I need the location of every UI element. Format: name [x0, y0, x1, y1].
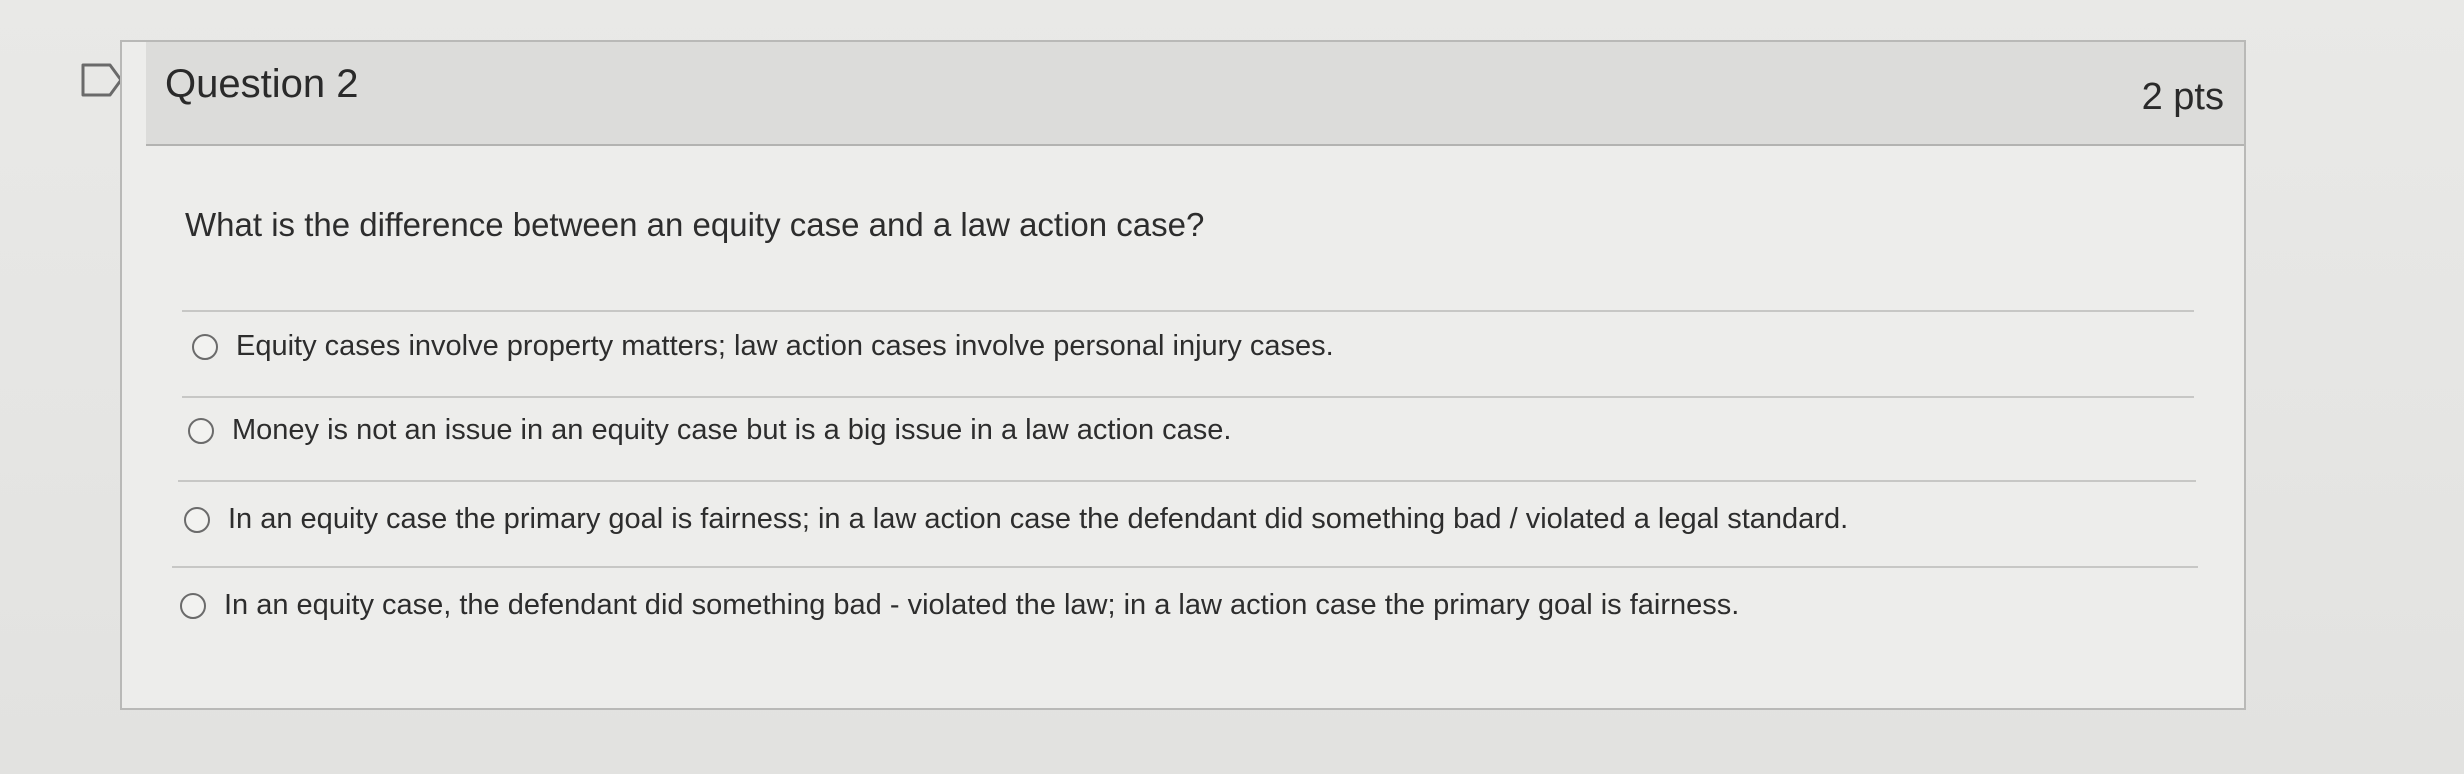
answer-label: In an equity case the primary goal is fa…	[228, 503, 1849, 535]
question-header	[146, 42, 2244, 146]
answer-label: Money is not an issue in an equity case …	[232, 414, 1232, 446]
radio-button[interactable]	[184, 506, 210, 533]
divider	[178, 480, 2196, 482]
flag-question-icon[interactable]	[80, 62, 124, 98]
divider	[172, 566, 2198, 568]
answer-option[interactable]: In an equity case, the defendant did som…	[180, 589, 1739, 622]
quiz-page: Question 2 2 pts What is the difference …	[0, 0, 2464, 774]
answer-option[interactable]: Equity cases involve property matters; l…	[192, 330, 1334, 363]
radio-button[interactable]	[192, 333, 218, 360]
answer-label: Equity cases involve property matters; l…	[236, 330, 1334, 362]
answer-option[interactable]: In an equity case the primary goal is fa…	[184, 503, 1848, 536]
answer-option[interactable]: Money is not an issue in an equity case …	[188, 414, 1231, 447]
question-title: Question 2	[165, 62, 359, 106]
radio-button[interactable]	[188, 417, 214, 444]
divider	[182, 310, 2194, 312]
divider	[182, 396, 2194, 398]
question-text: What is the difference between an equity…	[185, 206, 1205, 243]
answer-label: In an equity case, the defendant did som…	[224, 589, 1740, 621]
question-points: 2 pts	[2141, 76, 2224, 118]
radio-button[interactable]	[180, 592, 206, 619]
